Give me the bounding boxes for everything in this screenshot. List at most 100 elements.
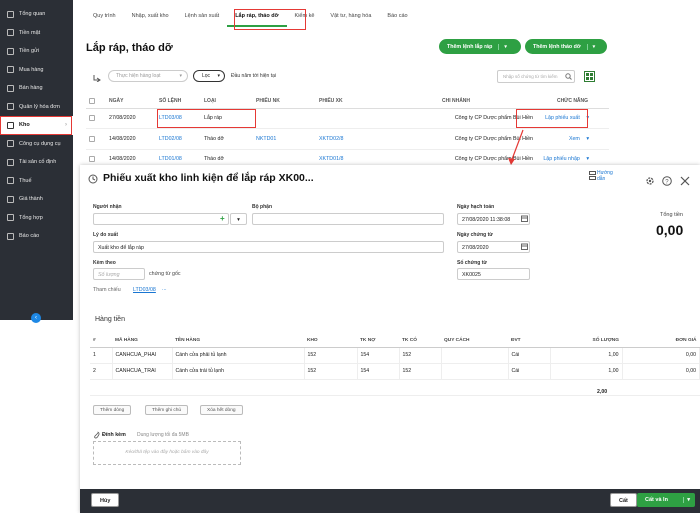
doc-no-input[interactable]: XK0025 <box>457 268 530 280</box>
gear-icon[interactable] <box>645 176 655 186</box>
cell-credit[interactable]: 152 <box>399 347 442 364</box>
recipient-dropdown[interactable]: ▾ <box>230 213 247 225</box>
sidebar-item-label: Thuế <box>19 177 32 184</box>
add-note-button[interactable]: Thêm ghi chú <box>145 405 189 415</box>
ref-more[interactable]: ... <box>162 286 167 292</box>
select-all-checkbox[interactable] <box>89 98 95 105</box>
cell-name[interactable]: Cánh cửa phải tủ lạnh <box>172 347 305 364</box>
cell-credit[interactable]: 152 <box>399 363 442 380</box>
close-icon[interactable] <box>680 176 690 186</box>
row-import-link[interactable]: NKTD01 <box>253 128 316 150</box>
row-checkbox[interactable] <box>89 135 95 142</box>
reason-input[interactable]: Xuất kho để lắp ráp <box>93 241 444 253</box>
row-export-link[interactable] <box>316 108 376 129</box>
sidebar-item-4[interactable]: Bán hàng <box>0 79 73 98</box>
row-export-link[interactable]: XKTD02/8 <box>316 128 376 150</box>
cell-code[interactable]: CANHCUA_TRAI <box>112 363 173 380</box>
dept-input[interactable] <box>252 213 444 225</box>
table-row[interactable]: 14/08/2020 LTD02/08 Tháo dỡ NKTD01 XKTD02/8 C… <box>86 128 609 150</box>
cell-spec[interactable] <box>441 347 509 364</box>
cell-price[interactable]: 0,00 <box>622 363 700 380</box>
row-order-link[interactable]: LTD03/08 <box>156 108 201 129</box>
save-print-button[interactable]: Cất và In ▾ <box>637 493 695 507</box>
sidebar-item-11[interactable]: Tổng hợp <box>0 209 73 228</box>
doc-no-label: Số chứng từ <box>457 260 488 266</box>
search-icon[interactable] <box>565 73 572 80</box>
attach-qty-input[interactable]: Số lượng <box>93 268 145 280</box>
tab-2[interactable]: Lệnh sản xuất <box>177 9 228 27</box>
doc-date-input[interactable]: 27/08/2020 <box>457 241 530 253</box>
history-icon[interactable] <box>88 174 98 184</box>
chevron-down-icon[interactable]: ▾ <box>586 156 589 162</box>
file-dropzone[interactable]: Kéo/thả tệp vào đây hoặc bấm vào đây <box>93 441 241 465</box>
cell-qty[interactable]: 1,00 <box>550 347 623 364</box>
sidebar-item-2[interactable]: Tiền gửi <box>0 42 73 61</box>
sidebar-item-10[interactable]: Giá thành <box>0 190 73 209</box>
row-action-link[interactable]: Lập phiếu xuất <box>545 115 580 121</box>
tab-1[interactable]: Nhập, xuất kho <box>124 9 177 27</box>
chevron-down-icon[interactable]: ▾ <box>586 115 589 121</box>
cell-idx[interactable]: 2 <box>90 363 113 380</box>
table-row[interactable]: 2 CANHCUA_TRAI Cánh cửa trái tủ lạnh 152 154… <box>90 363 700 380</box>
cell-debit[interactable]: 154 <box>357 347 400 364</box>
calendar-icon[interactable] <box>521 243 528 250</box>
sidebar-item-7[interactable]: Công cụ dụng cụ <box>0 135 73 154</box>
sidebar-collapse-button[interactable]: ‹ <box>31 313 41 323</box>
calendar-icon[interactable] <box>521 215 528 222</box>
sidebar-item-9[interactable]: Thuế <box>0 172 73 191</box>
cell-name[interactable]: Cánh cửa trái tủ lạnh <box>172 363 305 380</box>
add-recipient-icon[interactable]: + <box>220 214 225 223</box>
tab-4[interactable]: Kiểm kê <box>287 9 323 27</box>
cell-code[interactable]: CANHCUA_PHAI <box>112 347 173 364</box>
sidebar-item-1[interactable]: Tiền mặt <box>0 24 73 43</box>
cancel-button[interactable]: Hủy <box>91 493 120 507</box>
cell-unit[interactable]: Cái <box>508 363 551 380</box>
ref-link[interactable]: LTD03/08 <box>133 287 156 293</box>
row-action-link[interactable]: Lập phiếu nhập <box>543 156 580 162</box>
tab-5[interactable]: Vật tư, hàng hóa <box>322 9 379 27</box>
add-row-button[interactable]: Thêm dòng <box>93 405 132 415</box>
recipient-input[interactable] <box>93 213 229 225</box>
cell-price[interactable]: 0,00 <box>622 347 700 364</box>
sidebar-item-0[interactable]: Tổng quan <box>0 5 73 24</box>
guide-link[interactable]: Hướng dẫn <box>597 170 619 182</box>
excel-export-icon[interactable] <box>584 71 595 82</box>
row-checkbox[interactable] <box>89 156 95 163</box>
table-row[interactable]: 27/08/2020 LTD03/08 Lắp ráp Công ty CP Dược… <box>86 108 609 129</box>
help-icon[interactable]: ? <box>662 176 672 186</box>
tab-0[interactable]: Quy trình <box>85 9 124 27</box>
filter-button[interactable]: Lọc ▾ <box>193 70 225 82</box>
add-assembly-button[interactable]: Thêm lệnh lắp ráp ▾ <box>439 39 521 54</box>
tab-3[interactable]: Lắp ráp, tháo dỡ <box>227 9 287 27</box>
dropdown-arrow-icon[interactable]: ▾ <box>586 43 595 50</box>
batch-action-select[interactable]: Thực hiện hàng loạt ▾ <box>108 70 188 82</box>
add-disassembly-button[interactable]: Thêm lệnh tháo dỡ ▾ <box>525 39 607 54</box>
cell-debit[interactable]: 154 <box>357 363 400 380</box>
guide-icon[interactable] <box>589 171 596 180</box>
sidebar-item-12[interactable]: Báo cáo <box>0 227 73 246</box>
row-import-link[interactable] <box>253 108 316 129</box>
row-order-link[interactable]: LTD02/08 <box>156 128 201 150</box>
acc-date-input[interactable]: 27/08/2020 11:38:08 <box>457 213 530 225</box>
tab-6[interactable]: Báo cáo <box>379 9 415 27</box>
sidebar-item-3[interactable]: Mua hàng <box>0 61 73 80</box>
sidebar-item-8[interactable]: Tài sản cố định <box>0 153 73 172</box>
cell-unit[interactable]: Cái <box>508 347 551 364</box>
clear-rows-button[interactable]: Xóa hết dòng <box>200 405 243 415</box>
chevron-down-icon[interactable]: ▾ <box>683 496 690 503</box>
cell-spec[interactable] <box>441 363 509 380</box>
row-checkbox[interactable] <box>89 115 95 122</box>
save-button[interactable]: Cất <box>610 493 637 507</box>
doc-date-label: Ngày chứng từ <box>457 232 493 238</box>
chevron-down-icon[interactable]: ▾ <box>586 136 589 142</box>
cell-idx[interactable]: 1 <box>90 347 113 364</box>
search-input[interactable]: Nhập số chứng từ tìm kiếm <box>497 70 575 83</box>
sidebar-item-6[interactable]: Kho › <box>0 116 73 135</box>
sidebar-item-5[interactable]: Quản lý hóa đơn <box>0 98 73 117</box>
dropdown-arrow-icon[interactable]: ▾ <box>498 43 507 50</box>
cell-wh[interactable]: 152 <box>304 363 358 380</box>
table-row[interactable]: 1 CANHCUA_PHAI Cánh cửa phải tủ lạnh 152 154… <box>90 347 700 364</box>
cell-wh[interactable]: 152 <box>304 347 358 364</box>
cell-qty[interactable]: 1,00 <box>550 363 623 380</box>
row-action-link[interactable]: Xem <box>569 136 580 142</box>
